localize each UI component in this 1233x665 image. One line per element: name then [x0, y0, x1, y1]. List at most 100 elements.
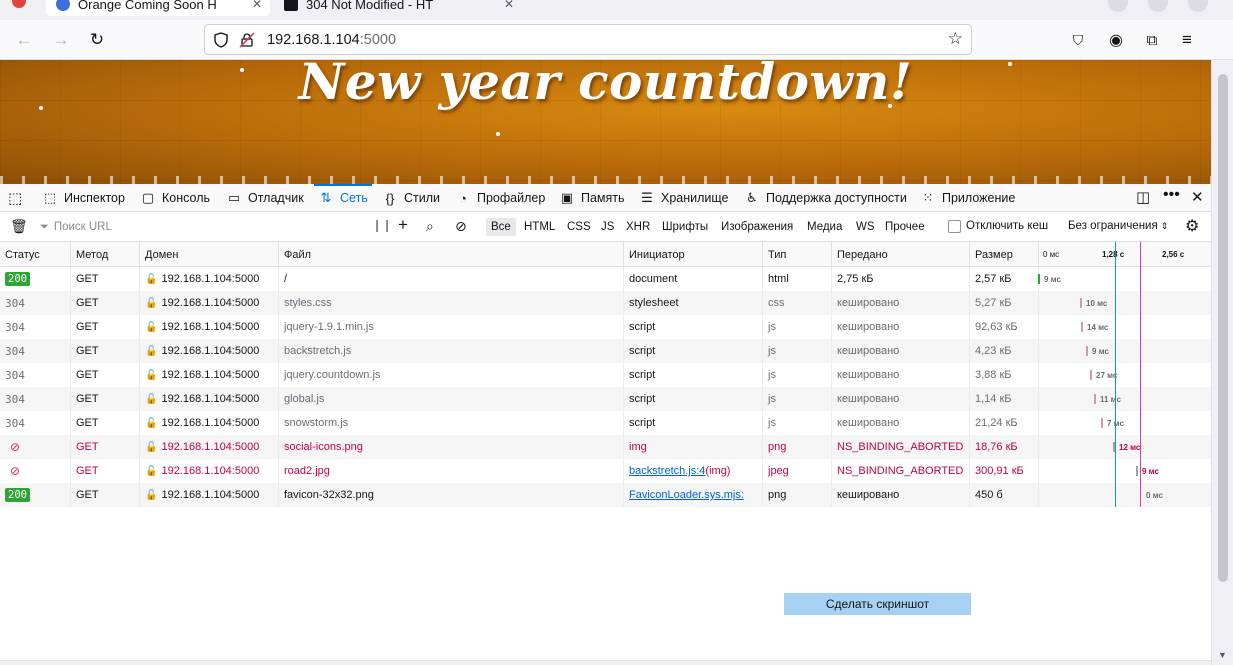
styles-icon: {}: [385, 190, 395, 206]
tab-memory[interactable]: ▣ Память: [559, 184, 625, 212]
scrollbar-thumb[interactable]: [1218, 74, 1228, 582]
tab-styles[interactable]: {} Стили: [382, 184, 440, 212]
column-size[interactable]: Размер: [970, 242, 1039, 267]
snowflake-row: [0, 176, 1211, 184]
tab-console[interactable]: ▢ Консоль: [140, 184, 210, 212]
throttling-select[interactable]: Без ограничения ⇕: [1068, 220, 1168, 232]
cell-transferred: кешировано: [832, 363, 970, 387]
tab-inspector[interactable]: ⬚ Инспектор: [42, 184, 125, 212]
filter-ws-button[interactable]: WS: [851, 218, 880, 236]
bookmark-star-icon[interactable]: ☆: [948, 29, 963, 49]
block-icon[interactable]: ⊘: [455, 218, 467, 235]
filter-js-button[interactable]: JS: [596, 218, 619, 236]
column-domain[interactable]: Домен: [140, 242, 279, 267]
cell-domain: 🔓 192.168.1.104:5000: [140, 411, 279, 435]
network-request-row[interactable]: 304 GET 🔓 192.168.1.104:5000 global.js script…: [0, 387, 1211, 411]
page-scrollbar[interactable]: ▼: [1211, 60, 1233, 665]
network-request-row[interactable]: 304 GET 🔓 192.168.1.104:5000 backstretch.js s…: [0, 339, 1211, 363]
status-badge: 304: [5, 320, 25, 334]
cell-file: snowstorm.js: [279, 411, 624, 435]
forward-icon[interactable]: →: [49, 28, 73, 52]
close-tab-icon[interactable]: ✕: [504, 0, 514, 11]
tab-accessibility[interactable]: ♿ Поддержка доступности: [744, 184, 907, 212]
application-icon: ⁙: [922, 190, 934, 205]
maximize-button[interactable]: [1148, 0, 1168, 12]
filter-media-button[interactable]: Медиа: [802, 218, 847, 236]
take-screenshot-button[interactable]: Сделать скриншот: [784, 593, 971, 615]
add-icon[interactable]: +: [398, 215, 408, 235]
column-status[interactable]: Статус: [0, 242, 71, 267]
network-request-row[interactable]: ⊘ GET 🔓 192.168.1.104:5000 road2.jpg backstre…: [0, 459, 1211, 483]
disable-cache-checkbox[interactable]: [948, 220, 961, 233]
network-request-row[interactable]: 304 GET 🔓 192.168.1.104:5000 styles.css style…: [0, 291, 1211, 315]
search-icon[interactable]: ⌕: [426, 218, 434, 235]
pocket-icon[interactable]: ⛉: [1066, 28, 1090, 52]
network-request-row[interactable]: 304 GET 🔓 192.168.1.104:5000 snowstorm.js scr…: [0, 411, 1211, 435]
cell-type: html: [763, 267, 832, 291]
insecure-lock-icon: 🔓: [145, 417, 158, 429]
more-options-icon[interactable]: •••: [1163, 186, 1180, 204]
close-tab-icon[interactable]: ✕: [252, 0, 262, 11]
settings-gear-icon[interactable]: ⚙: [1185, 216, 1199, 236]
column-method[interactable]: Метод: [71, 242, 140, 267]
timeline-tick-label: 2,56 с: [1162, 250, 1185, 259]
filter-html-button[interactable]: HTML: [519, 218, 560, 236]
waterfall-bar: [1086, 346, 1088, 356]
network-request-row[interactable]: 304 GET 🔓 192.168.1.104:5000 jquery-1.9.1.mi…: [0, 315, 1211, 339]
pause-icon[interactable]: ❘❘: [372, 218, 392, 232]
insecure-lock-icon[interactable]: [239, 32, 255, 48]
cell-transferred: NS_BINDING_ABORTED: [832, 435, 970, 459]
menu-icon[interactable]: ≡: [1175, 28, 1199, 52]
window-close-alt-button[interactable]: [1188, 0, 1208, 12]
browser-tab[interactable]: 304 Not Modified - HT ✕: [280, 0, 514, 16]
cell-status: 304: [0, 315, 71, 339]
extensions-icon[interactable]: ⧉: [1140, 28, 1164, 52]
column-file[interactable]: Файл: [279, 242, 624, 267]
url-bar[interactable]: 192.168.1.104:5000 ☆: [204, 24, 972, 55]
console-icon: ▢: [141, 190, 155, 205]
network-request-row[interactable]: 304 GET 🔓 192.168.1.104:5000 jquery.countdow…: [0, 363, 1211, 387]
cell-method: GET: [71, 483, 140, 507]
minimize-button[interactable]: [1108, 0, 1128, 12]
firefox-favicon-icon: [56, 0, 70, 11]
account-icon[interactable]: ◉: [1104, 28, 1128, 52]
tab-network[interactable]: ⇅ Сеть: [314, 184, 372, 212]
column-transferred[interactable]: Передано: [832, 242, 970, 267]
window-close-button[interactable]: [12, 0, 26, 8]
filter-fonts-button[interactable]: Шрифты: [657, 218, 713, 236]
cell-method: GET: [71, 315, 140, 339]
column-initiator[interactable]: Инициатор: [624, 242, 763, 267]
url-text[interactable]: 192.168.1.104:5000: [267, 32, 396, 48]
filter-other-button[interactable]: Прочее: [880, 218, 930, 236]
url-host: 192.168.1.104: [267, 31, 360, 48]
network-request-row[interactable]: 200 GET 🔓 192.168.1.104:5000/document html 2,…: [0, 267, 1211, 291]
back-icon[interactable]: ←: [12, 28, 36, 52]
tab-storage[interactable]: ☰ Хранилище: [639, 184, 728, 212]
filter-images-button[interactable]: Изображения: [716, 218, 798, 236]
dock-side-icon[interactable]: ◫: [1136, 188, 1150, 206]
tab-application[interactable]: ⁙ Приложение: [920, 184, 1016, 212]
tab-debugger[interactable]: ▭ Отладчик: [226, 184, 304, 212]
tab-profiler[interactable]: ◔ Профайлер: [455, 184, 545, 212]
network-request-row[interactable]: ⊘ GET 🔓 192.168.1.104:5000 social-icons.png i…: [0, 435, 1211, 459]
cell-size: 450 б: [970, 483, 1039, 507]
network-table-header: Статус Метод Домен Файл Инициатор Тип Пе…: [0, 242, 1211, 267]
initiator-text[interactable]: backstretch.js:4: [629, 465, 705, 477]
initiator-text[interactable]: FaviconLoader.sys.mjs:: [629, 489, 744, 501]
reload-icon[interactable]: ↻: [85, 28, 109, 52]
element-picker-icon[interactable]: ⬚: [8, 184, 22, 212]
trash-icon[interactable]: 🗑: [10, 218, 28, 235]
filter-all-button[interactable]: Все: [486, 218, 516, 236]
filter-xhr-button[interactable]: XHR: [621, 218, 655, 236]
cell-type: js: [763, 363, 832, 387]
filter-css-button[interactable]: CSS: [562, 218, 596, 236]
shield-icon[interactable]: [214, 32, 228, 48]
url-filter-input[interactable]: ⏷ Поиск URL: [40, 218, 358, 236]
browser-tab-active[interactable]: Orange Coming Soon H ✕: [46, 0, 270, 16]
status-badge: 200: [5, 488, 30, 502]
close-devtools-icon[interactable]: ✕: [1191, 188, 1204, 206]
cell-transferred: кешировано: [832, 291, 970, 315]
scroll-down-icon[interactable]: ▼: [1218, 650, 1227, 660]
column-type[interactable]: Тип: [763, 242, 832, 267]
network-request-row[interactable]: 200 GET 🔓 192.168.1.104:5000 favicon-32x32.p…: [0, 483, 1211, 507]
